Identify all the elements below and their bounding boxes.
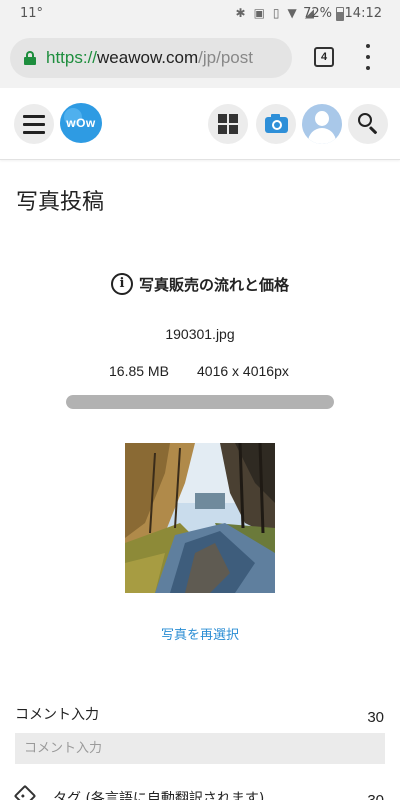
grid-icon[interactable] [208, 104, 248, 144]
photo-preview [125, 443, 275, 593]
url-path: /jp/post [198, 48, 253, 67]
tag-label: タグ (各言語に自動翻訳されます) [53, 791, 265, 800]
status-bar: 11° ✱ ▣ ▯ ▼ ◢ 72% 14:12 [0, 0, 400, 28]
file-name: 190301.jpg [165, 326, 235, 342]
site-header: wOw [0, 88, 400, 160]
page-title: 写真投稿 [16, 190, 105, 215]
logo-text: wOw [66, 116, 96, 130]
pricing-info-label: 写真販売の流れと価格 [138, 275, 289, 294]
battery-percent: 72% [303, 6, 332, 21]
overflow-menu-icon[interactable] [362, 44, 374, 70]
temperature-indicator: 11° [20, 6, 44, 21]
url-scheme: https:// [46, 48, 98, 67]
tag-char-limit: 30 [367, 792, 384, 800]
reselect-photo-link[interactable]: 写真を再選択 [0, 624, 400, 643]
wifi-icon: ▼ [287, 6, 297, 20]
avatar[interactable] [302, 104, 342, 144]
lock-icon [24, 51, 36, 65]
comment-input[interactable] [15, 733, 385, 764]
bluetooth-icon: ✱ [235, 6, 246, 20]
tab-switcher-button[interactable]: 4 [314, 47, 334, 67]
image-dimensions: 4016 x 4016px [197, 363, 289, 379]
tag-field-header: タグ (各言語に自動翻訳されます) 30 [13, 784, 385, 800]
upload-progress-bar [66, 395, 334, 409]
file-size: 16.85 MB [109, 363, 169, 379]
pricing-info-link[interactable]: i 写真販売の流れと価格 [0, 272, 400, 295]
camera-icon[interactable] [256, 104, 296, 144]
comment-char-limit: 30 [367, 709, 384, 726]
browser-toolbar: https://weawow.com/jp/post 4 [0, 28, 400, 88]
comment-label: コメント入力 [15, 707, 99, 723]
hamburger-menu-icon[interactable] [14, 104, 54, 144]
upload-progress-fill [66, 395, 334, 409]
clock: 14:12 [344, 6, 382, 21]
tag-icon [13, 784, 37, 800]
nfc-icon: ▣ [253, 6, 265, 20]
weawow-logo[interactable]: wOw [60, 103, 102, 143]
url-host: weawow.com [97, 48, 199, 67]
address-bar[interactable]: https://weawow.com/jp/post [10, 38, 292, 78]
vibrate-icon: ▯ [272, 6, 280, 20]
url-text[interactable]: https://weawow.com/jp/post [46, 48, 253, 68]
battery-icon [336, 7, 344, 21]
search-icon[interactable] [348, 104, 388, 144]
info-icon: i [110, 273, 133, 295]
